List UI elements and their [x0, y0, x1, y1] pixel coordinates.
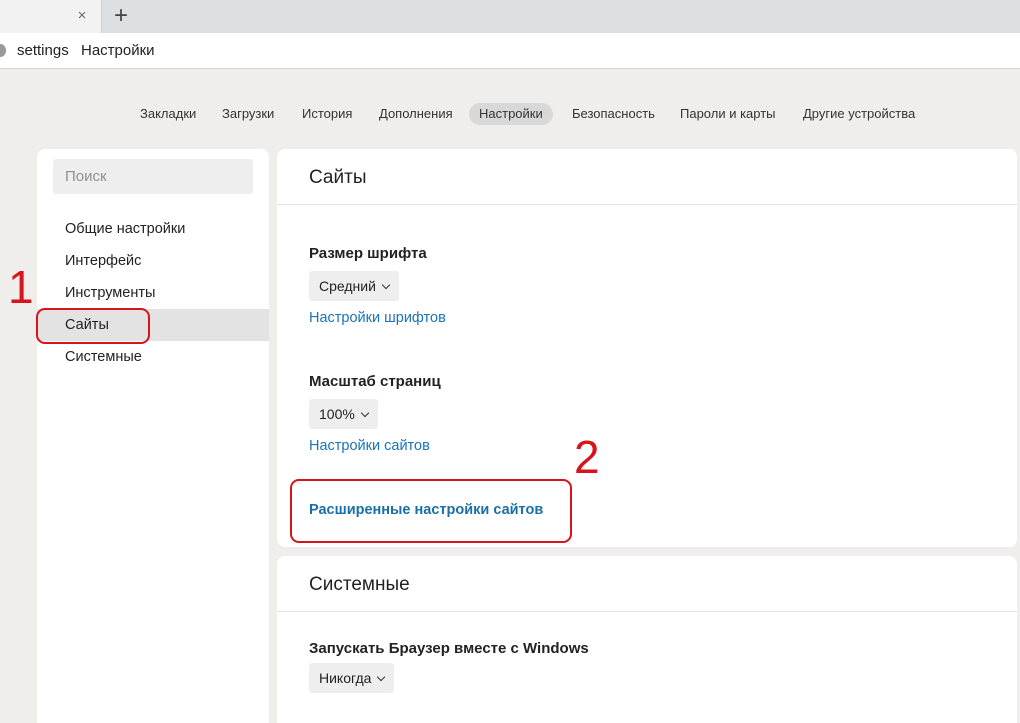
section-title-system: Системные — [309, 574, 410, 595]
close-tab-icon[interactable]: × — [75, 7, 89, 25]
nav-downloads[interactable]: Загрузки — [212, 103, 284, 125]
settings-top-nav: Закладки Загрузки История Дополнения Нас… — [0, 100, 1020, 128]
nav-other-devices[interactable]: Другие устройства — [793, 103, 925, 125]
annotation-step-1: 1 — [8, 261, 34, 313]
nav-settings[interactable]: Настройки — [469, 103, 553, 125]
chevron-down-icon — [360, 408, 370, 418]
search-input[interactable] — [53, 159, 253, 194]
new-tab-icon[interactable]: + — [110, 3, 132, 29]
nav-security[interactable]: Безопасность — [562, 103, 665, 125]
browser-tab[interactable]: × — [0, 0, 102, 33]
sidebar-item-general[interactable]: Общие настройки — [37, 213, 269, 245]
nav-history[interactable]: История — [292, 103, 362, 125]
system-section: Системные Запускать Браузер вместе с Win… — [277, 556, 1017, 723]
sidebar-item-interface[interactable]: Интерфейс — [37, 245, 269, 277]
annotation-box-advanced — [290, 479, 572, 543]
address-bar[interactable]: settings Настройки — [0, 33, 1020, 69]
site-settings-link[interactable]: Настройки сайтов — [309, 438, 430, 454]
section-divider — [277, 204, 1017, 205]
chevron-down-icon — [381, 280, 391, 290]
site-info-icon[interactable] — [0, 44, 6, 57]
nav-bookmarks[interactable]: Закладки — [130, 103, 206, 125]
nav-extensions[interactable]: Дополнения — [369, 103, 463, 125]
settings-sidebar: Общие настройки Интерфейс Инструменты Са… — [37, 149, 269, 723]
annotation-step-2: 2 — [574, 431, 600, 483]
sidebar-item-system[interactable]: Системные — [37, 341, 269, 373]
section-divider — [277, 611, 1017, 612]
zoom-value: 100% — [319, 406, 355, 422]
sidebar-item-tools[interactable]: Инструменты — [37, 277, 269, 309]
font-settings-link[interactable]: Настройки шрифтов — [309, 310, 446, 326]
address-scheme: settings — [17, 42, 69, 59]
chevron-down-icon — [377, 672, 386, 682]
annotation-box-sites — [36, 308, 150, 344]
tab-strip: × + — [0, 0, 1020, 33]
font-size-value: Средний — [319, 278, 376, 294]
font-size-select[interactable]: Средний — [309, 271, 399, 301]
autostart-select[interactable]: Никогда — [309, 663, 395, 693]
zoom-select[interactable]: 100% — [309, 399, 378, 429]
autostart-value: Никогда — [319, 670, 372, 686]
zoom-label: Масштаб страниц — [309, 373, 441, 390]
section-title-sites: Сайты — [309, 167, 367, 188]
autostart-label: Запускать Браузер вместе с Windows — [309, 640, 589, 657]
font-size-label: Размер шрифта — [309, 245, 427, 262]
address-page-title: Настройки — [81, 42, 155, 59]
nav-passwords-cards[interactable]: Пароли и карты — [670, 103, 786, 125]
